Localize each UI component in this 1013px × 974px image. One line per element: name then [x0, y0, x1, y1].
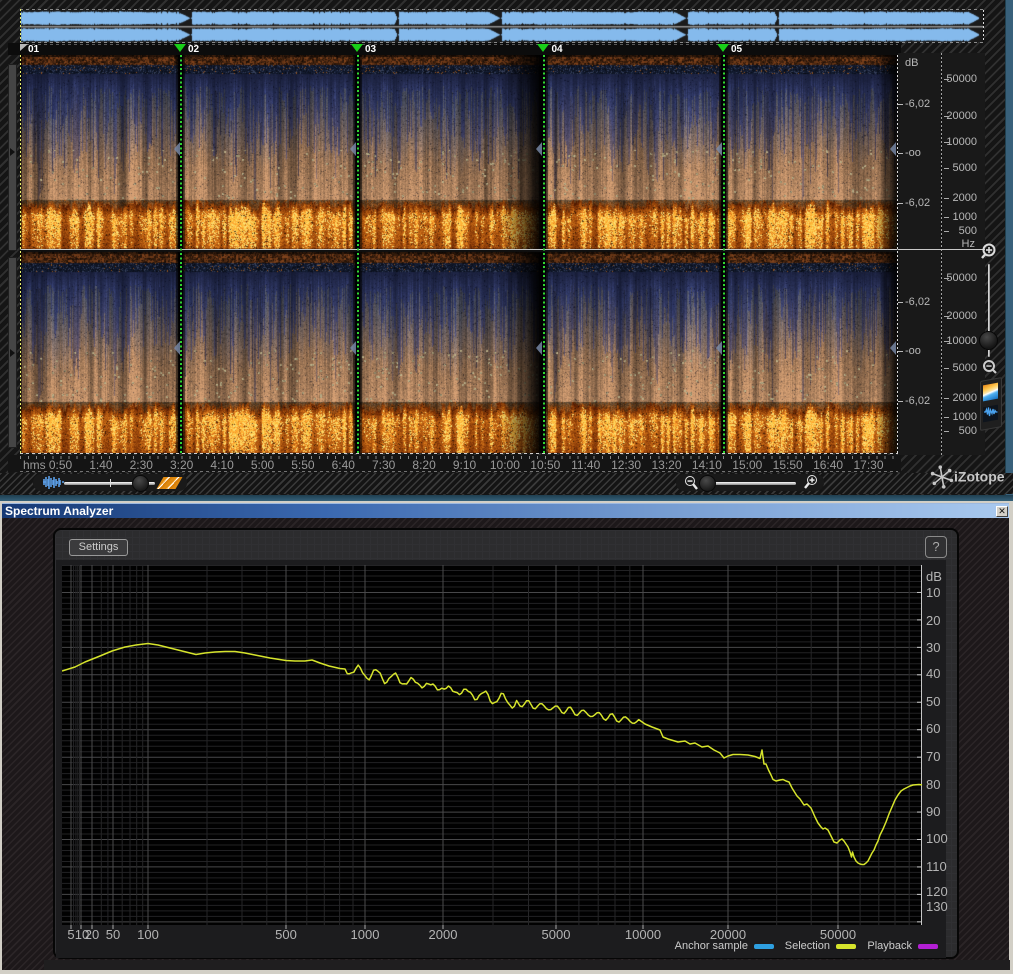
svg-text:iZotope: iZotope [954, 469, 1005, 485]
